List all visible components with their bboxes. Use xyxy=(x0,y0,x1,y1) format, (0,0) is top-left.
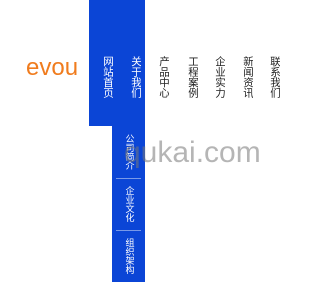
nav-item-about[interactable]: 关于我们 xyxy=(123,56,141,98)
dropdown-item-culture[interactable]: 企业文化 xyxy=(112,178,145,230)
dropdown-item-organization[interactable]: 组织架构 xyxy=(112,230,145,282)
nav-item-products[interactable]: 产品中心 xyxy=(151,56,169,98)
nav-item-contact[interactable]: 联系我们 xyxy=(262,56,280,98)
nav-item-home[interactable]: 网站首页 xyxy=(95,56,113,98)
about-dropdown-menu: 公司简介 企业文化 组织架构 xyxy=(112,126,145,282)
main-nav: 网站首页 关于我们 产品中心 工程案例 企业实力 新闻资讯 联系我们 公司简介 … xyxy=(0,0,300,300)
nav-item-cases[interactable]: 工程案例 xyxy=(180,56,198,98)
dropdown-item-company-intro[interactable]: 公司简介 xyxy=(112,126,145,178)
nav-item-news[interactable]: 新闻资讯 xyxy=(235,56,253,98)
nav-item-strength[interactable]: 企业实力 xyxy=(207,56,225,98)
